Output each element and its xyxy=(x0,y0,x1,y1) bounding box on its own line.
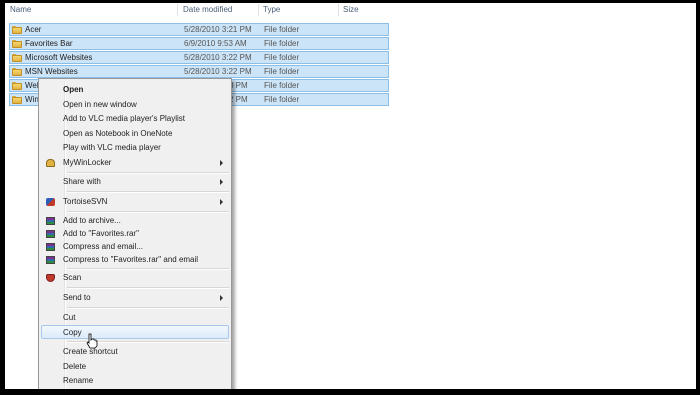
menu-item-create-shortcut[interactable]: Create shortcut xyxy=(41,345,229,359)
file-type: File folder xyxy=(264,53,300,62)
file-name: Win xyxy=(25,95,39,104)
submenu-arrow-icon xyxy=(220,199,223,205)
menu-separator xyxy=(67,268,229,270)
menu-item-mywinlocker[interactable]: MyWinLocker xyxy=(41,156,229,170)
file-name: Acer xyxy=(25,25,42,34)
file-type: File folder xyxy=(264,95,300,104)
menu-item-rename[interactable]: Rename xyxy=(41,374,229,388)
menu-item-cut[interactable]: Cut xyxy=(41,311,229,325)
explorer-file-pane: Name Date modified Type Size Acer 5/28/2… xyxy=(5,3,696,389)
menu-separator xyxy=(67,172,229,174)
folder-icon xyxy=(12,54,22,62)
file-row-microsoft-websites[interactable]: Microsoft Websites 5/28/2010 3:22 PM Fil… xyxy=(9,51,389,64)
file-date: 5/28/2010 3:22 PM xyxy=(184,67,252,76)
file-name: Microsoft Websites xyxy=(25,53,93,62)
menu-item-open[interactable]: Open xyxy=(41,83,229,97)
winrar-icon xyxy=(46,256,55,264)
context-menu: Open Open in new window Add to VLC media… xyxy=(38,78,232,389)
file-date: 5/28/2010 3:21 PM xyxy=(184,25,252,34)
menu-item-send-to[interactable]: Send to xyxy=(41,291,229,305)
winrar-icon xyxy=(46,230,55,238)
file-row-acer[interactable]: Acer 5/28/2010 3:21 PM File folder xyxy=(9,23,389,36)
antivirus-shield-icon xyxy=(46,274,55,282)
menu-item-compress-favorites-and-email[interactable]: Compress to "Favorites.rar" and email xyxy=(41,253,229,267)
winrar-icon xyxy=(46,217,55,225)
submenu-arrow-icon xyxy=(220,295,223,301)
folder-icon xyxy=(12,26,22,34)
menu-item-add-to-favorites-rar[interactable]: Add to "Favorites.rar" xyxy=(41,227,229,241)
column-divider[interactable] xyxy=(338,4,339,16)
file-row-msn-websites[interactable]: MSN Websites 5/28/2010 3:22 PM File fold… xyxy=(9,65,389,78)
menu-item-add-to-archive[interactable]: Add to archive... xyxy=(41,214,229,228)
column-divider[interactable] xyxy=(177,4,178,16)
submenu-arrow-icon xyxy=(220,179,223,185)
menu-item-share-with[interactable]: Share with xyxy=(41,175,229,189)
column-header-type[interactable]: Type xyxy=(263,3,280,17)
menu-separator xyxy=(67,287,229,289)
column-divider[interactable] xyxy=(258,4,259,16)
file-name: Favorites Bar xyxy=(25,39,73,48)
menu-item-open-in-new-window[interactable]: Open in new window xyxy=(41,98,229,112)
menu-separator xyxy=(67,307,229,309)
file-type: File folder xyxy=(264,81,300,90)
file-date: 6/9/2010 9:53 AM xyxy=(184,39,247,48)
folder-icon xyxy=(12,40,22,48)
file-row-favorites-bar[interactable]: Favorites Bar 6/9/2010 9:53 AM File fold… xyxy=(9,37,389,50)
menu-item-delete[interactable]: Delete xyxy=(41,360,229,374)
menu-item-play-vlc[interactable]: Play with VLC media player xyxy=(41,141,229,155)
menu-item-add-vlc-playlist[interactable]: Add to VLC media player's Playlist xyxy=(41,112,229,126)
menu-item-copy[interactable]: Copy xyxy=(41,325,229,339)
winrar-icon xyxy=(46,243,55,251)
file-name: MSN Websites xyxy=(25,67,78,76)
tortoisesvn-icon xyxy=(46,198,55,206)
file-date: 5/28/2010 3:22 PM xyxy=(184,53,252,62)
folder-icon xyxy=(12,82,22,90)
column-header-size[interactable]: Size xyxy=(343,3,359,17)
menu-item-compress-and-email[interactable]: Compress and email... xyxy=(41,240,229,254)
menu-item-tortoisesvn[interactable]: TortoiseSVN xyxy=(41,195,229,209)
file-type: File folder xyxy=(264,39,300,48)
menu-separator xyxy=(67,211,229,213)
lock-icon xyxy=(46,159,55,167)
menu-separator xyxy=(67,191,229,193)
menu-item-scan[interactable]: Scan xyxy=(41,271,229,285)
file-type: File folder xyxy=(264,25,300,34)
menu-item-open-onenote[interactable]: Open as Notebook in OneNote xyxy=(41,127,229,141)
hand-cursor-icon xyxy=(86,333,98,349)
file-type: File folder xyxy=(264,67,300,76)
column-header-date-modified[interactable]: Date modified xyxy=(183,3,232,17)
folder-icon xyxy=(12,96,22,104)
column-header-name[interactable]: Name xyxy=(10,3,31,17)
submenu-arrow-icon xyxy=(220,160,223,166)
folder-icon xyxy=(12,68,22,76)
